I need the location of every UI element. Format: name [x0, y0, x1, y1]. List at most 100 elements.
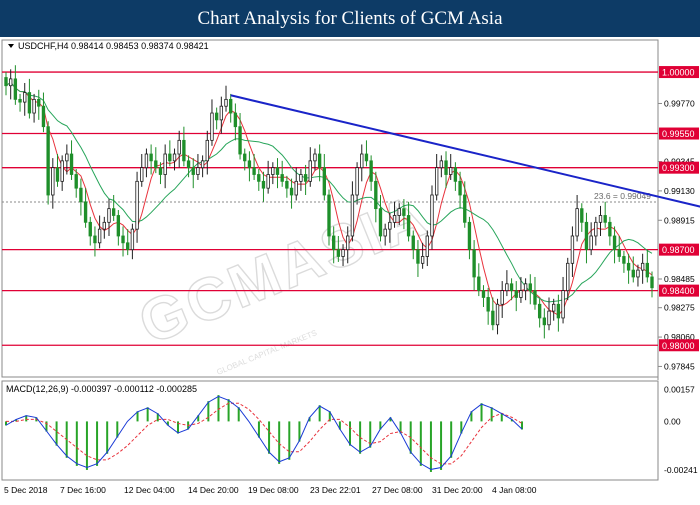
candle-body [336, 249, 341, 257]
candle-body [392, 215, 397, 223]
candle-body [598, 215, 603, 223]
candle-body [107, 208, 111, 223]
candle-body [163, 153, 167, 175]
candle-body [547, 310, 551, 326]
time-axis-label: 5 Dec 2018 [4, 485, 48, 495]
candle-body [60, 160, 64, 182]
candle-body [453, 167, 458, 182]
candle-body [280, 174, 284, 182]
candle-body [603, 215, 607, 223]
candle-body [172, 153, 177, 162]
candle-body [51, 167, 55, 196]
candle-body [196, 167, 200, 175]
candle-body [32, 98, 36, 114]
candle-body [523, 283, 528, 292]
candle-body [570, 235, 575, 264]
candle-body [144, 153, 149, 169]
candle-body [88, 221, 92, 237]
candle-body [224, 98, 228, 107]
candle-body [608, 221, 612, 237]
candle-body [626, 262, 631, 271]
macd-tick-label: -0.00241 [664, 465, 698, 475]
candle-body [537, 303, 542, 319]
candle-body [360, 153, 364, 169]
candle-body [313, 153, 317, 162]
candle-body [154, 160, 158, 169]
candle-body [594, 221, 598, 237]
candle-body [261, 180, 266, 189]
candle-body [528, 283, 532, 292]
price-tick-label: 0.99770 [664, 98, 695, 108]
candle-body [229, 98, 233, 114]
candle-body [622, 256, 626, 264]
price-tick-label: 0.98915 [664, 215, 695, 225]
candle-body [584, 221, 589, 251]
candle-body [322, 167, 326, 196]
candle-body [416, 249, 420, 264]
candle-body [434, 167, 439, 196]
candle-body [275, 167, 280, 175]
candle-body [650, 276, 654, 289]
candle-body [495, 303, 500, 326]
candle-body [514, 290, 518, 298]
candle-body [575, 208, 579, 237]
candle-body [83, 201, 88, 223]
candle-body [27, 92, 32, 114]
candle-body [566, 262, 570, 292]
candle-body [121, 235, 125, 244]
candle-body [41, 105, 46, 128]
candle-body [406, 215, 411, 237]
candle-body [580, 208, 584, 223]
candle-body [168, 153, 172, 162]
macd-tick-label: 0.00 [664, 416, 681, 426]
time-axis-label: 14 Dec 20:00 [188, 485, 239, 495]
time-axis-label: 31 Dec 20:00 [432, 485, 483, 495]
candle-body [18, 98, 22, 103]
candle-body [463, 194, 467, 223]
level-label: 0.99300 [662, 163, 695, 173]
candle-body [374, 180, 378, 210]
candle-body [233, 112, 238, 128]
candle-body [285, 180, 289, 189]
level-label: 0.98700 [662, 245, 695, 255]
candle-body [425, 235, 429, 257]
candle-body [589, 235, 593, 251]
candle-body [556, 303, 561, 319]
time-axis-label: 4 Jan 08:00 [492, 485, 537, 495]
chart-svg: GCMASIA GLOBAL CAPITAL MARKETS 23.6 = 0.… [1, 39, 700, 495]
candle-body [402, 208, 406, 216]
candle-body [299, 174, 303, 182]
level-label: 0.98400 [662, 286, 695, 296]
candle-body [130, 228, 135, 251]
candle-body [266, 174, 270, 189]
candle-body [158, 167, 163, 175]
candle-body [149, 153, 153, 162]
candle-body [252, 167, 256, 175]
price-pane-header: USDCHF,H4 0.98414 0.98453 0.98374 0.9842… [8, 41, 209, 51]
candle-body [444, 160, 448, 175]
candle-body [631, 269, 635, 278]
time-axis-label: 7 Dec 16:00 [60, 485, 106, 495]
macd-pane [1, 380, 659, 481]
time-axis-label: 27 Dec 08:00 [372, 485, 423, 495]
price-tick-label: 0.97845 [664, 361, 695, 371]
candle-body [247, 160, 252, 169]
candle-body [533, 290, 537, 305]
candle-body [346, 235, 350, 251]
candle-body [46, 126, 50, 196]
candle-body [505, 283, 509, 292]
candle-body [214, 112, 219, 121]
candle-body [481, 290, 486, 298]
macd-axis-ticks: 0.00157 0.00 -0.00241 [664, 385, 698, 475]
candle-body [69, 153, 74, 175]
candle-body [477, 276, 481, 292]
candle-body [205, 139, 209, 162]
candle-body [420, 256, 425, 264]
candle-body [271, 167, 275, 175]
candle-body [542, 317, 547, 326]
candle-body [37, 98, 41, 107]
candle-body [458, 180, 462, 196]
candle-body [486, 297, 490, 312]
candle-body [430, 194, 434, 237]
level-label: 0.99550 [662, 129, 695, 139]
